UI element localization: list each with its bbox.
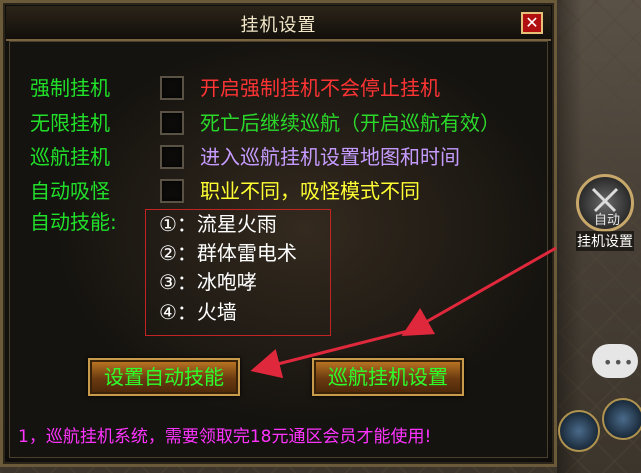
- arrow-to-panel: [401, 246, 557, 336]
- arrow-to-skill-button: [250, 328, 413, 379]
- guide-arrows: [250, 246, 557, 379]
